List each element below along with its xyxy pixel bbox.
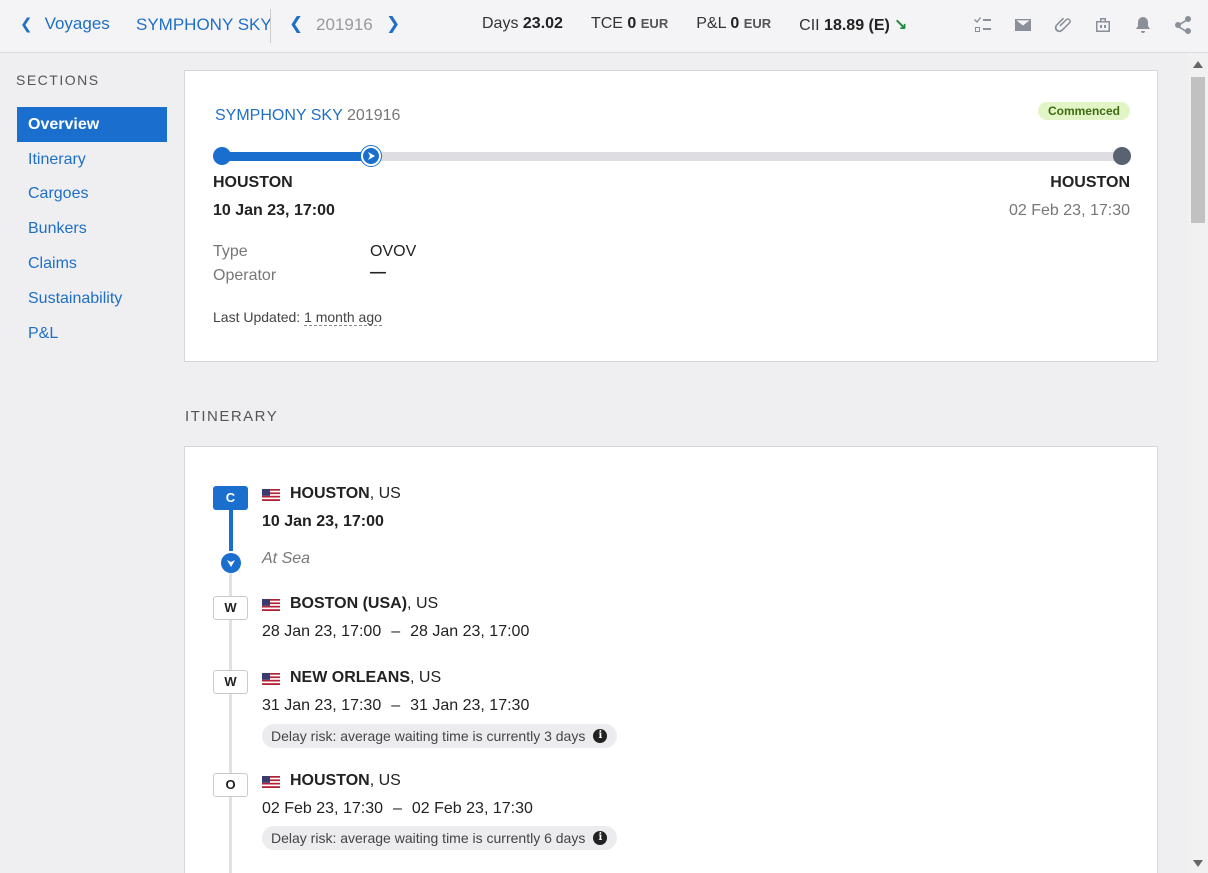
port-call-name[interactable]: HOUSTON, US: [262, 772, 401, 790]
chevron-left-icon: ❮: [20, 16, 33, 33]
operator-label: Operator: [213, 267, 277, 284]
top-bar: ❮ Voyages SYMPHONY SKY ❮ 201916 ❯ Days 2…: [0, 0, 1208, 53]
scrollbar-thumb[interactable]: [1191, 77, 1205, 223]
type-value: OVOV: [370, 243, 417, 260]
metric-pnl: P&L 0 EUR: [696, 15, 772, 32]
at-sea-label: At Sea: [262, 550, 311, 567]
port-call-dates: 31 Jan 23, 17:30–31 Jan 23, 17:30: [262, 697, 530, 714]
attachment-icon[interactable]: [1052, 14, 1074, 36]
timeline-completed-line: [229, 509, 233, 551]
port-call-dates: 02 Feb 23, 17:30–02 Feb 23, 17:30: [262, 800, 533, 817]
metric-cii[interactable]: CII 18.89 (E) ↘: [799, 15, 907, 35]
sidebar-item-cargoes[interactable]: Cargoes: [17, 176, 167, 211]
port-call-type-badge[interactable]: W: [213, 670, 248, 694]
metric-tce: TCE 0 EUR: [590, 15, 669, 32]
last-updated: Last Updated: 1 month ago: [213, 309, 382, 326]
info-icon[interactable]: i: [593, 729, 608, 743]
divider: [270, 9, 271, 43]
itinerary-section-title: ITINERARY: [185, 408, 279, 425]
sidebar-item-pnl[interactable]: P&L: [17, 316, 167, 351]
vessel-position-icon: [361, 146, 381, 166]
scroll-down-arrow-icon[interactable]: [1193, 860, 1203, 867]
toolbar-icons: [954, 14, 1194, 36]
voyage-metrics: Days 23.02 TCE 0 EUR P&L 0 EUR CII 18.89…: [482, 15, 935, 35]
last-updated-time[interactable]: 1 month ago: [304, 309, 382, 326]
back-to-voyages-link[interactable]: ❮ Voyages: [20, 14, 110, 34]
overview-vessel-link[interactable]: SYMPHONY SKY: [215, 107, 343, 125]
port-call-type-badge[interactable]: W: [213, 596, 248, 620]
share-icon[interactable]: [1172, 14, 1194, 36]
sections-sidebar: SECTIONS Overview Itinerary Cargoes Bunk…: [0, 53, 172, 873]
overview-card: SYMPHONY SKY 201916 Commenced HOUSTON 10…: [184, 70, 1158, 362]
overview-voyage-number: 201916: [347, 107, 401, 124]
status-badge: Commenced: [1037, 102, 1130, 120]
checklist-icon[interactable]: [972, 14, 994, 36]
us-flag-icon: [262, 488, 280, 501]
at-sea-marker-icon: [221, 553, 241, 573]
port-call-type-badge[interactable]: C: [213, 486, 248, 510]
next-voyage-button[interactable]: ❯: [386, 14, 400, 34]
briefcase-icon[interactable]: [1092, 14, 1114, 36]
departure-port: HOUSTON: [213, 174, 293, 191]
voyage-number: 201916: [316, 15, 373, 34]
us-flag-icon: [262, 672, 280, 685]
port-call-type-badge[interactable]: O: [213, 773, 248, 797]
itinerary-card: C HOUSTON, US 10 Jan 23, 17:00 At Sea W …: [184, 446, 1158, 873]
voyage-progress-fill: [222, 152, 371, 161]
sidebar-item-claims[interactable]: Claims: [17, 246, 167, 281]
voyage-progress-bar: [222, 152, 1122, 161]
port-call-name[interactable]: BOSTON (USA), US: [262, 595, 438, 613]
start-port-marker: [213, 147, 231, 165]
port-call-name[interactable]: HOUSTON, US: [262, 485, 401, 503]
arrival-date: 02 Feb 23, 17:30: [1009, 202, 1130, 219]
sidebar-item-overview[interactable]: Overview: [17, 107, 167, 142]
bell-icon[interactable]: [1132, 14, 1154, 36]
arrival-port: HOUSTON: [1050, 174, 1130, 191]
delay-risk-badge: Delay risk: average waiting time is curr…: [262, 724, 618, 748]
port-call-dates: 10 Jan 23, 17:00: [262, 513, 384, 530]
scroll-up-arrow-icon[interactable]: [1193, 61, 1203, 68]
end-port-marker: [1113, 147, 1131, 165]
sidebar-item-itinerary[interactable]: Itinerary: [17, 142, 167, 177]
departure-date: 10 Jan 23, 17:00: [213, 202, 335, 219]
sidebar-item-bunkers[interactable]: Bunkers: [17, 211, 167, 246]
sidebar-item-sustainability[interactable]: Sustainability: [17, 281, 167, 316]
us-flag-icon: [262, 598, 280, 611]
us-flag-icon: [262, 775, 280, 788]
port-call-name[interactable]: NEW ORLEANS, US: [262, 669, 441, 687]
metric-days: Days 23.02: [482, 15, 563, 32]
port-call-dates: 28 Jan 23, 17:00–28 Jan 23, 17:00: [262, 623, 530, 640]
previous-voyage-button[interactable]: ❮: [289, 14, 303, 34]
delay-risk-badge: Delay risk: average waiting time is curr…: [262, 826, 618, 850]
back-label: Voyages: [44, 14, 110, 33]
mail-icon[interactable]: [1012, 14, 1034, 36]
sections-title: SECTIONS: [16, 72, 100, 88]
info-icon[interactable]: i: [593, 831, 608, 845]
page-scrollbar[interactable]: [1188, 53, 1208, 873]
vessel-link[interactable]: SYMPHONY SKY: [136, 15, 272, 35]
trend-down-icon: ↘: [893, 17, 908, 34]
type-label: Type: [213, 243, 248, 260]
operator-value: —: [370, 264, 386, 281]
